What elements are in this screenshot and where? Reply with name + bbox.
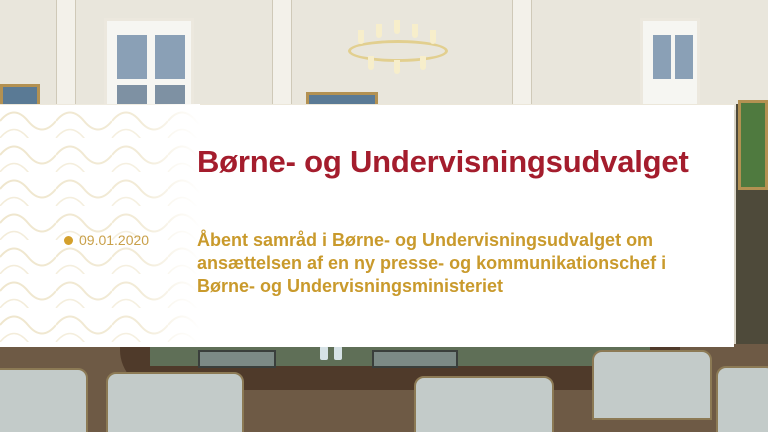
- chair: [414, 376, 554, 432]
- date-row: 09.01.2020: [64, 232, 149, 248]
- pilaster: [56, 0, 76, 110]
- title-card: [0, 104, 734, 347]
- chair: [0, 368, 88, 432]
- committee-title: Børne- og Undervisningsudvalget: [197, 144, 689, 179]
- chair: [716, 366, 768, 432]
- window-right: [640, 18, 700, 108]
- water-glass: [320, 346, 328, 360]
- pilaster: [512, 0, 532, 110]
- decorative-wave-pattern: [0, 104, 200, 347]
- window-left: [104, 18, 194, 108]
- water-glass: [334, 346, 342, 360]
- desk-screen: [372, 350, 458, 368]
- chair: [592, 350, 712, 420]
- bullet-dot-icon: [64, 235, 73, 245]
- chandelier: [338, 0, 458, 80]
- pilaster: [272, 0, 292, 110]
- meeting-date: 09.01.2020: [79, 232, 150, 248]
- meeting-description: Åbent samråd i Børne- og Undervisningsud…: [197, 230, 667, 296]
- desk-screen: [198, 350, 276, 368]
- wall-painting-right: [738, 100, 768, 190]
- chair: [106, 372, 244, 432]
